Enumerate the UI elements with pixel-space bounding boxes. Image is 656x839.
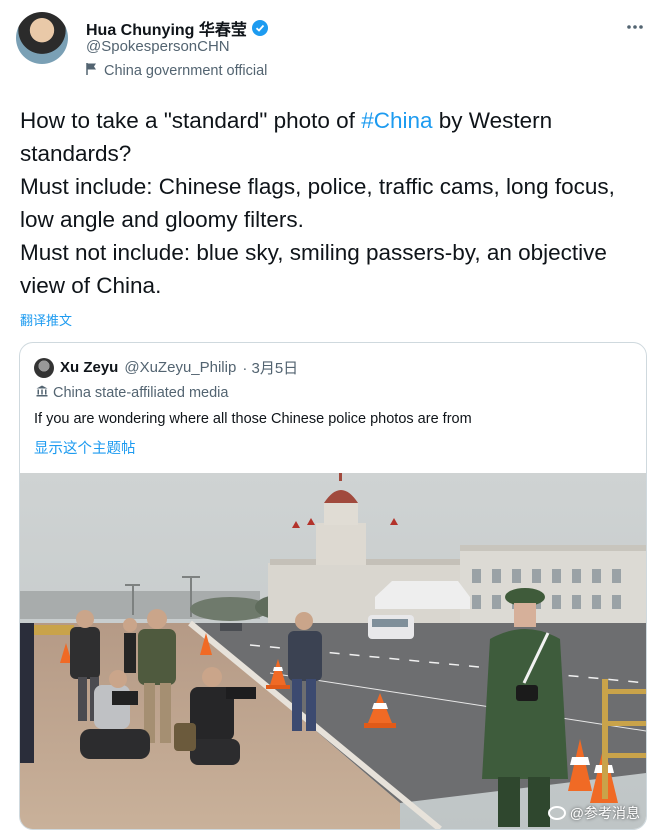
quoted-author-name: Xu Zeyu	[60, 359, 119, 376]
quoted-header: Xu Zeyu @XuZeyu_Philip · 3月5日	[34, 357, 298, 378]
bank-icon	[36, 385, 48, 401]
translate-tweet-link[interactable]: 翻译推文	[20, 310, 72, 329]
weibo-watermark: @参考消息	[547, 803, 640, 823]
author-handle[interactable]: @SpokespersonCHN	[86, 38, 230, 55]
photo-scene-image	[20, 473, 646, 829]
author-avatar[interactable]	[16, 12, 68, 64]
tweet-text-before-hashtag: How to take a "standard" photo of	[20, 108, 362, 133]
quoted-avatar	[34, 357, 54, 378]
author-name-row[interactable]: Hua Chunying 华春莹	[86, 16, 268, 40]
quoted-label-text: China state-affiliated media	[53, 385, 229, 401]
watermark-text: @参考消息	[569, 805, 640, 821]
tweet-body: How to take a "standard" photo of #China…	[20, 104, 640, 302]
quoted-text: If you are wondering where all those Chi…	[34, 411, 472, 427]
author-name[interactable]: Hua Chunying 华春莹	[86, 16, 247, 40]
show-thread-link[interactable]: 显示这个主题帖	[34, 437, 136, 458]
quoted-tweet[interactable]: Xu Zeyu @XuZeyu_Philip · 3月5日 China stat…	[19, 342, 647, 830]
verified-badge-icon	[251, 20, 268, 36]
quoted-author-handle: @XuZeyu_Philip	[124, 359, 237, 376]
tweet-line-2: Must include: Chinese flags, police, tra…	[20, 174, 615, 232]
quoted-date: · 3月5日	[242, 360, 299, 377]
flag-icon	[86, 62, 98, 80]
more-horizontal-icon[interactable]	[624, 16, 646, 38]
hashtag-link[interactable]: #China	[361, 108, 432, 133]
tweet-header: Hua Chunying 华春莹 @SpokespersonCHN China …	[16, 10, 646, 90]
state-media-label[interactable]: China state-affiliated media	[36, 385, 228, 401]
author-label-text: China government official	[104, 63, 268, 79]
tweet-line-3: Must not include: blue sky, smiling pass…	[20, 240, 607, 298]
quoted-photo[interactable]: @参考消息	[20, 473, 646, 829]
weibo-icon	[547, 806, 566, 820]
tweet-line-1: How to take a "standard" photo of #China…	[20, 104, 640, 170]
government-label[interactable]: China government official	[86, 62, 267, 80]
